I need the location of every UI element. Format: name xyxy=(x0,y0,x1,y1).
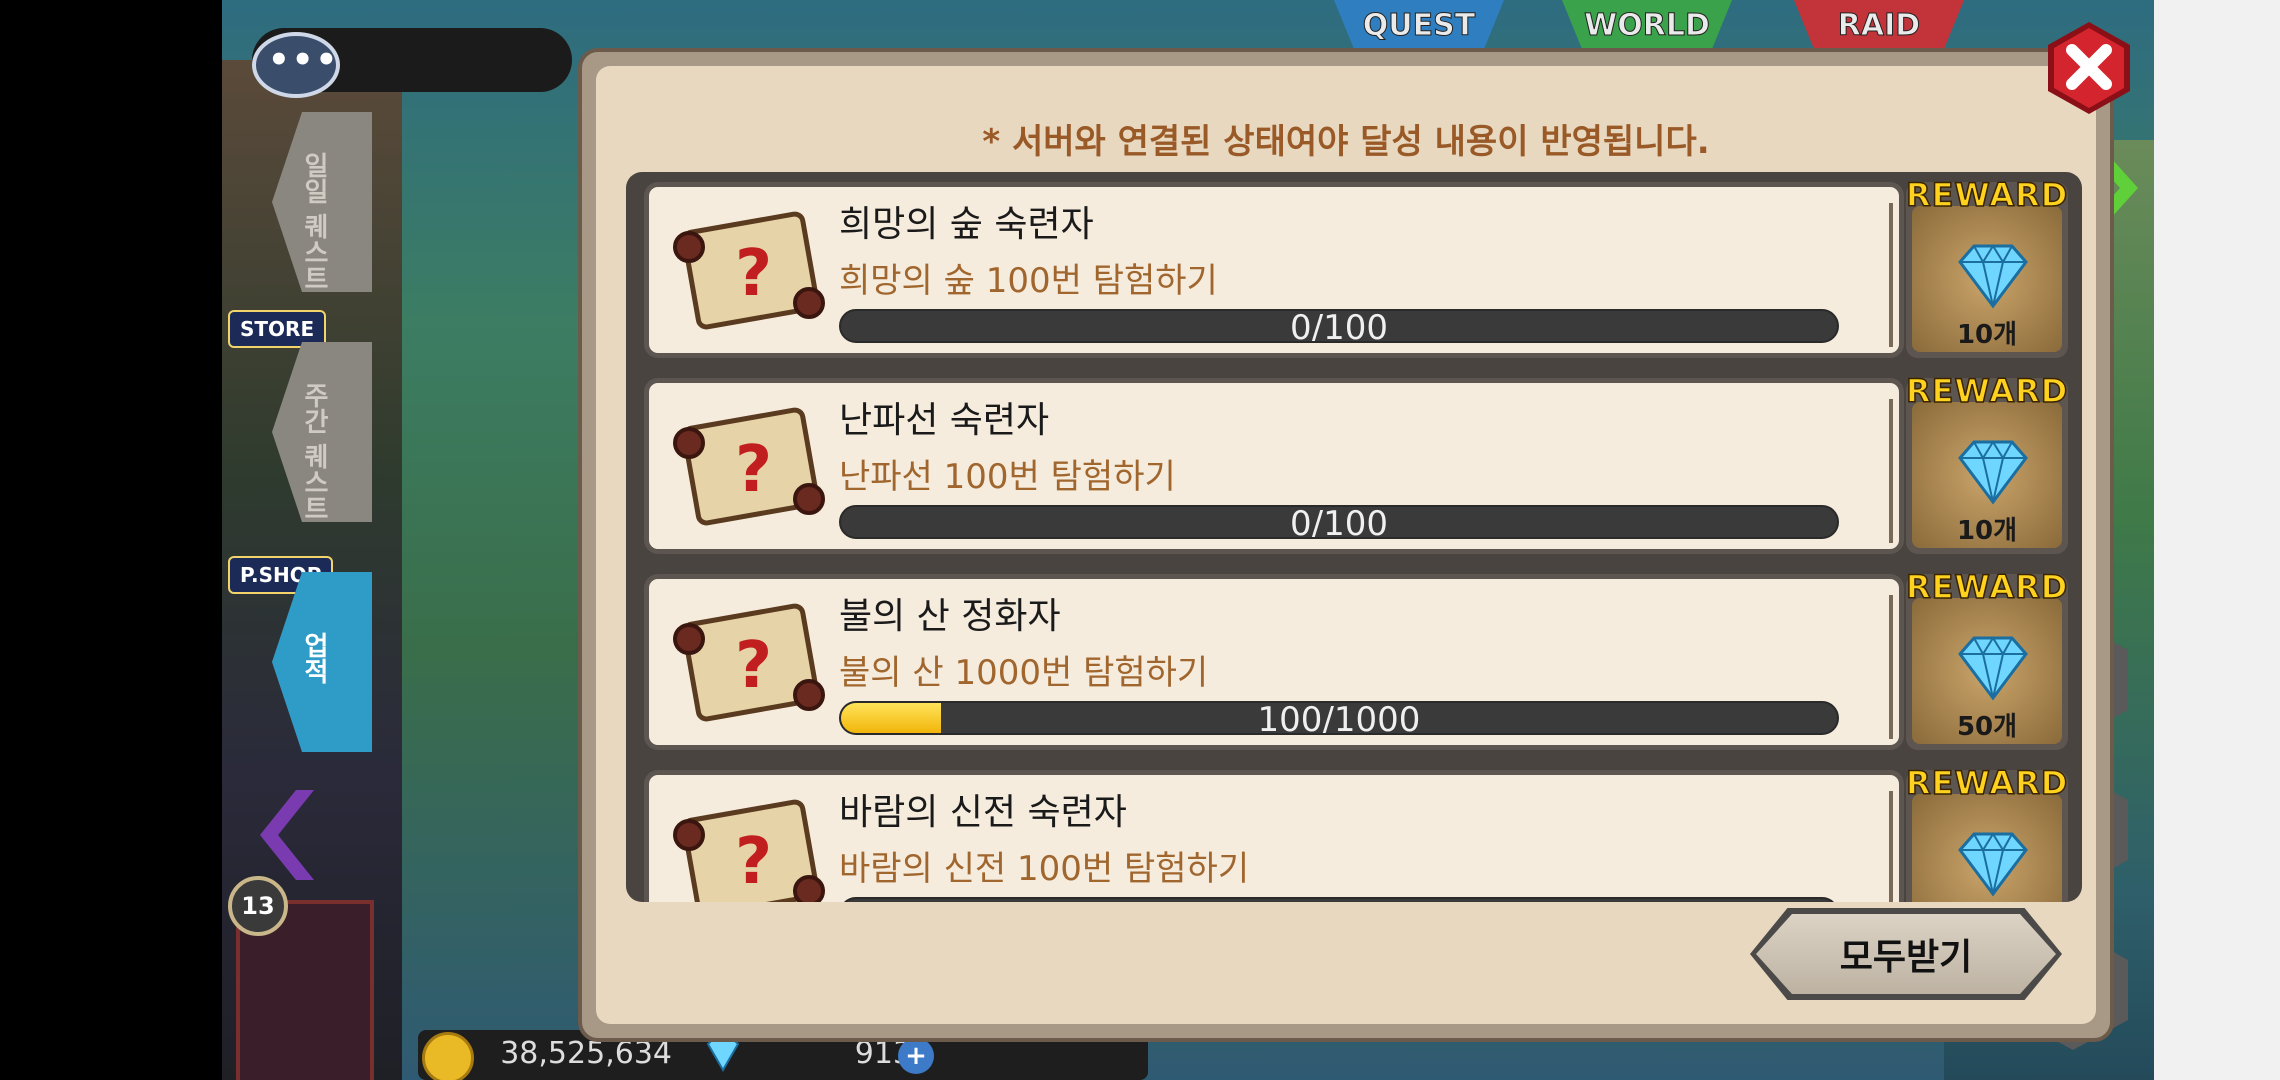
svg-text:?: ? xyxy=(735,825,772,899)
tab-world[interactable]: WORLD xyxy=(1562,0,1732,50)
screen: ••• QUEST WORLD RAID 일일 퀘스트 STORE 주간 퀘스트… xyxy=(0,0,2280,1080)
reward-button[interactable]: 50개 REWARD xyxy=(1905,567,2068,750)
tab-quest-label: QUEST xyxy=(1362,7,1476,43)
progress-bar: 0/100 xyxy=(839,505,1839,539)
achievement-card: ? 난파선 숙련자 난파선 100번 탐험하기 0/100 xyxy=(644,378,1904,554)
tab-quest[interactable]: QUEST xyxy=(1334,0,1504,50)
tab-raid-label: RAID xyxy=(1837,7,1921,43)
svg-text:?: ? xyxy=(735,237,772,311)
card-divider xyxy=(1889,595,1893,739)
reward-label: REWARD xyxy=(1905,567,2069,607)
system-bar xyxy=(2154,0,2280,1080)
reward-count: 10개 xyxy=(1956,516,2018,546)
reward-count: 50개 xyxy=(1956,712,2018,742)
tab-daily-quest-label: 일일 퀘스트 xyxy=(299,152,329,292)
reward-label: REWARD xyxy=(1905,175,2069,215)
reward-button[interactable]: REWARD xyxy=(1905,763,2068,902)
server-notice: * 서버와 연결된 상태여야 달성 내용이 반영됩니다. xyxy=(982,122,1710,162)
reward-count: 10개 xyxy=(1956,320,2018,350)
progress-bar: 0/100 xyxy=(839,309,1839,343)
achievement-item: ? 바람의 신전 숙련자 바람의 신전 100번 탐험하기 REWARD xyxy=(644,763,2068,902)
coin-icon xyxy=(422,1032,474,1080)
card-divider xyxy=(1889,203,1893,347)
reward-panel: 10개 xyxy=(1912,402,2062,548)
achievement-item: ? 희망의 숲 숙련자 희망의 숲 100번 탐험하기 0/100 10개 RE… xyxy=(644,175,2068,358)
diamond-icon xyxy=(1958,440,2028,505)
achievement-description: 바람의 신전 100번 탐험하기 xyxy=(839,849,1250,889)
card-divider xyxy=(1889,791,1893,902)
diamond-icon xyxy=(1958,832,2028,897)
claim-all-label: 모두받기 xyxy=(1839,937,1973,978)
diamond-icon xyxy=(1958,636,2028,701)
tab-raid[interactable]: RAID xyxy=(1794,0,1964,50)
achievement-title: 난파선 숙련자 xyxy=(839,400,1050,441)
card-divider xyxy=(1889,399,1893,543)
achievement-card: ? 불의 산 정화자 불의 산 1000번 탐험하기 100/1000 xyxy=(644,574,1904,750)
achievements-modal: * 서버와 연결된 상태여야 달성 내용이 반영됩니다. ? 희망의 숲 숙련자… xyxy=(578,48,2114,1042)
diamond-icon xyxy=(1958,244,2028,309)
progress-bar xyxy=(839,897,1839,902)
modal-body: * 서버와 연결된 상태여야 달성 내용이 반영됩니다. ? 희망의 숲 숙련자… xyxy=(596,66,2096,1024)
achievement-item: ? 불의 산 정화자 불의 산 1000번 탐험하기 100/1000 50개 … xyxy=(644,567,2068,750)
achievement-title: 바람의 신전 숙련자 xyxy=(839,792,1127,833)
achievement-description: 불의 산 1000번 탐험하기 xyxy=(839,653,1209,693)
reward-panel: 10개 xyxy=(1912,206,2062,352)
reward-label: REWARD xyxy=(1905,763,2069,803)
svg-text:?: ? xyxy=(735,433,772,507)
add-gems-button[interactable]: + xyxy=(898,1038,934,1074)
claim-all-button[interactable]: 모두받기 xyxy=(1750,908,2062,1000)
quest-scroll-icon: ? xyxy=(673,799,825,902)
reward-panel: 50개 xyxy=(1912,598,2062,744)
claim-all-face: 모두받기 xyxy=(1756,914,2056,994)
achievement-title: 희망의 숲 숙련자 xyxy=(839,204,1094,245)
reward-label: REWARD xyxy=(1905,371,2069,411)
achievement-description: 난파선 100번 탐험하기 xyxy=(839,457,1176,497)
chat-dots: ••• xyxy=(268,40,340,80)
close-icon[interactable] xyxy=(2044,20,2134,116)
progress-text: 0/100 xyxy=(1290,309,1388,343)
achievement-item: ? 난파선 숙련자 난파선 100번 탐험하기 0/100 10개 REWARD xyxy=(644,371,2068,554)
tab-weekly-quest-label: 주간 퀘스트 xyxy=(299,382,329,522)
progress-bar: 100/1000 xyxy=(839,701,1839,735)
achievement-card: ? 바람의 신전 숙련자 바람의 신전 100번 탐험하기 xyxy=(644,770,1904,902)
achievement-card: ? 희망의 숲 숙련자 희망의 숲 100번 탐험하기 0/100 xyxy=(644,182,1904,358)
reward-button[interactable]: 10개 REWARD xyxy=(1905,175,2068,358)
reward-panel xyxy=(1912,794,2062,902)
progress-text: 0/100 xyxy=(1290,505,1388,539)
progress-text: 100/1000 xyxy=(1257,701,1421,735)
achievement-list[interactable]: ? 희망의 숲 숙련자 희망의 숲 100번 탐험하기 0/100 10개 RE… xyxy=(626,172,2082,902)
achievement-title: 불의 산 정화자 xyxy=(839,596,1061,637)
player-level-badge: 13 xyxy=(228,876,288,936)
quest-scroll-icon: ? xyxy=(673,603,825,722)
reward-button[interactable]: 10개 REWARD xyxy=(1905,371,2068,554)
quest-scroll-icon: ? xyxy=(673,407,825,526)
achievement-description: 희망의 숲 100번 탐험하기 xyxy=(839,261,1218,301)
quest-scroll-icon: ? xyxy=(673,211,825,330)
svg-text:?: ? xyxy=(735,629,772,703)
tab-achievements-label: 업적 xyxy=(299,632,329,684)
game-viewport: ••• QUEST WORLD RAID 일일 퀘스트 STORE 주간 퀘스트… xyxy=(222,0,2154,1080)
tab-world-label: WORLD xyxy=(1584,7,1711,43)
